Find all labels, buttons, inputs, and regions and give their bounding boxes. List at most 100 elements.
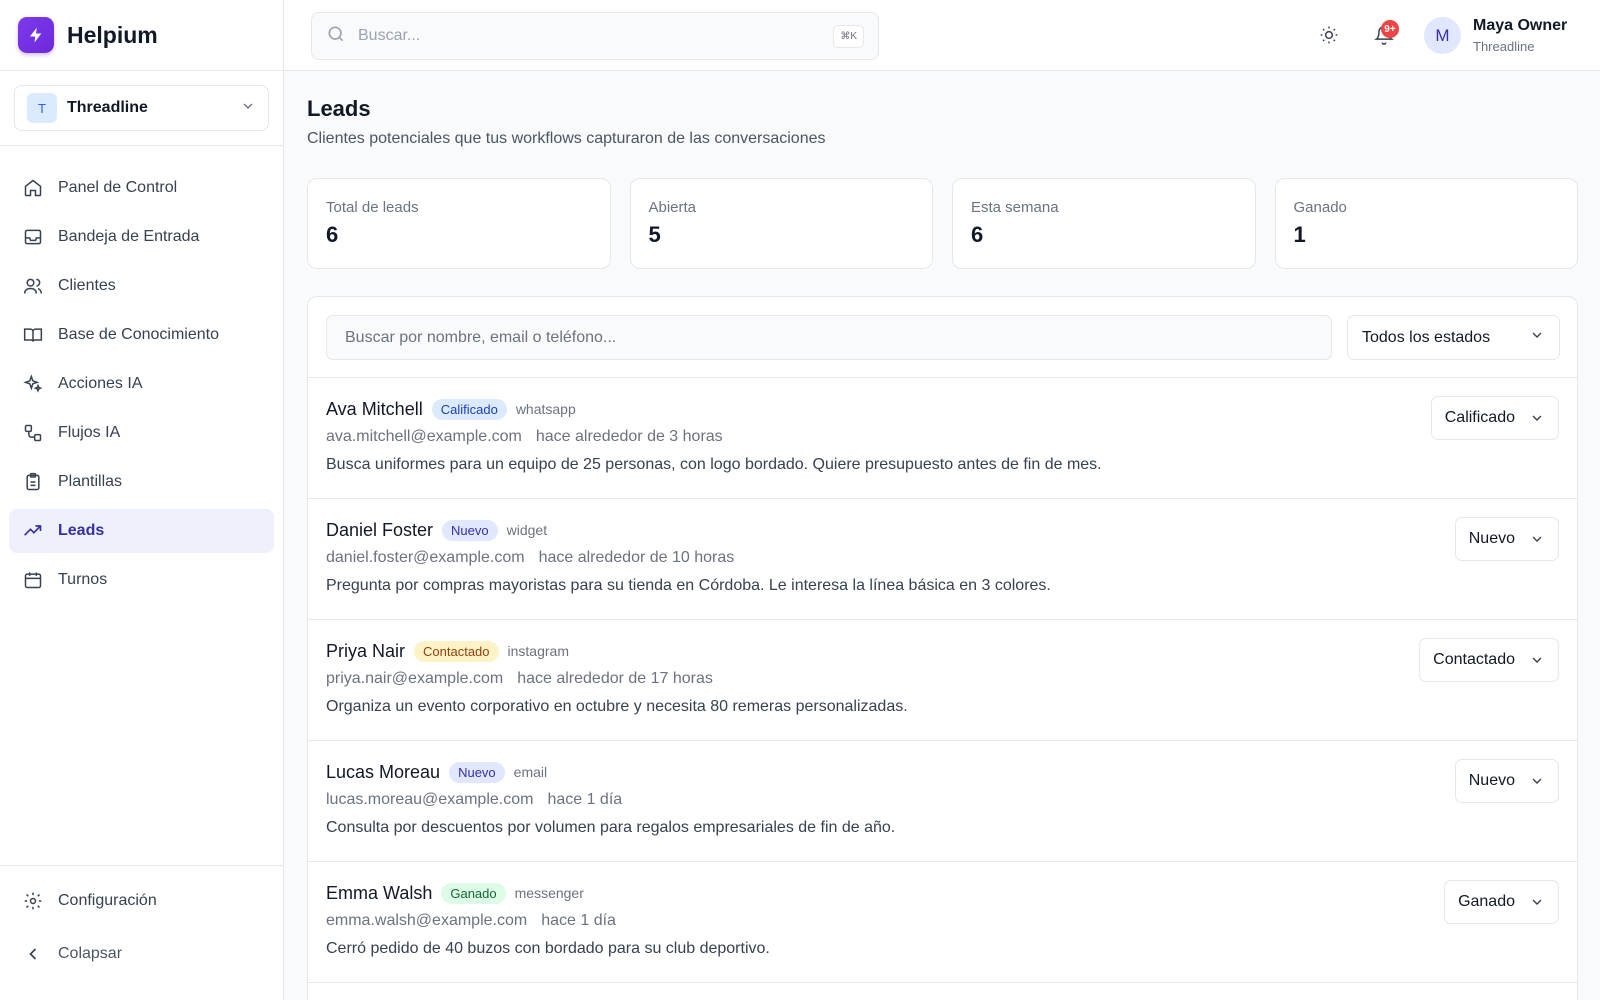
lead-status-select[interactable]: Ganado — [1444, 880, 1559, 924]
sidebar-item-leads[interactable]: Leads — [9, 509, 274, 553]
stat-label: Esta semana — [971, 199, 1059, 216]
page-subtitle: Clientes potenciales que tus workflows c… — [307, 130, 826, 147]
chevron-left-icon — [23, 944, 43, 964]
stat-card-open: Abierta 5 — [629, 178, 933, 269]
lead-row[interactable]: Ava Mitchell Calificado whatsapp ava.mit… — [308, 378, 1577, 499]
chevron-down-icon — [1529, 327, 1545, 348]
lead-channel: whatsapp — [515, 401, 576, 417]
sidebar-item-panel[interactable]: Panel de Control — [9, 166, 274, 210]
workspace-switcher[interactable]: T Threadline — [14, 85, 269, 131]
keyboard-shortcut: ⌘K — [833, 24, 864, 48]
chevron-down-icon — [1529, 773, 1545, 789]
lead-time: hace alrededor de 3 horas — [535, 428, 723, 445]
lead-status-select[interactable]: Contactado — [1419, 638, 1559, 682]
stats-row: Total de leads 6 Abierta 5 Esta semana 6… — [307, 178, 1578, 269]
page-title: Leads — [307, 96, 371, 121]
lead-status-value: Contactado — [1433, 651, 1515, 668]
top-header: Buscar... ⌘K 9+ M Maya Owner Threadline — [284, 0, 1600, 71]
status-badge: Calificado — [431, 398, 507, 420]
sidebar-item-label: Leads — [58, 522, 105, 539]
sidebar-item-settings[interactable]: Configuración — [9, 879, 274, 923]
chevron-down-icon — [1529, 652, 1545, 668]
sidebar-item-label: Base de Conocimiento — [58, 326, 219, 343]
stat-label: Ganado — [1293, 199, 1347, 216]
leads-search-input[interactable]: Buscar por nombre, email o teléfono... — [326, 315, 1332, 360]
sidebar-item-label: Turnos — [58, 571, 108, 588]
sun-icon[interactable] — [1318, 24, 1340, 46]
lead-name: Daniel Foster — [326, 519, 434, 540]
brand: Helpium — [0, 0, 283, 71]
sidebar-item-label: Flujos IA — [58, 424, 121, 441]
avatar[interactable]: M — [1424, 17, 1461, 54]
lightning-logo-icon[interactable] — [18, 17, 54, 53]
status-badge: Contactado — [414, 640, 499, 662]
lead-row[interactable]: Lucas Moreau Nuevo email lucas.moreau@ex… — [308, 741, 1577, 862]
clipboard-icon — [23, 472, 43, 492]
lead-name: Lucas Moreau — [326, 761, 441, 782]
sidebar-item-label: Plantillas — [58, 473, 123, 490]
stat-card-this-week: Esta semana 6 — [952, 178, 1256, 269]
sidebar-item-label: Clientes — [58, 277, 116, 294]
stat-card-total: Total de leads 6 — [307, 178, 611, 269]
status-badge: Nuevo — [449, 761, 505, 783]
workspace-avatar: T — [27, 93, 57, 123]
lead-status-value: Nuevo — [1468, 530, 1515, 547]
filter-bar: Buscar por nombre, email o teléfono... T… — [308, 297, 1577, 378]
lead-note: Pregunta por compras mayoristas para su … — [326, 577, 1051, 594]
lead-channel: instagram — [507, 643, 569, 659]
lead-email: lucas.moreau@example.com — [326, 791, 534, 808]
sidebar-item-inbox[interactable]: Bandeja de Entrada — [9, 215, 274, 259]
sidebar-item-label: Bandeja de Entrada — [58, 228, 200, 245]
home-icon — [23, 178, 43, 198]
calendar-icon — [23, 570, 43, 590]
lead-channel: email — [513, 764, 548, 780]
inbox-icon — [23, 227, 43, 247]
lead-row[interactable]: Emma Walsh Ganado messenger emma.walsh@e… — [308, 862, 1577, 983]
lead-status-select[interactable]: Nuevo — [1454, 759, 1559, 803]
lead-email: daniel.foster@example.com — [326, 549, 525, 566]
lead-status-select[interactable]: Calificado — [1430, 396, 1559, 440]
lead-status-value: Calificado — [1444, 409, 1515, 426]
chevron-down-icon — [1529, 531, 1545, 547]
lead-row[interactable]: Daniel Foster Nuevo widget daniel.foster… — [308, 499, 1577, 620]
lead-name: Ava Mitchell — [326, 398, 423, 419]
stat-label: Total de leads — [326, 199, 419, 216]
user-name[interactable]: Maya Owner — [1473, 17, 1567, 35]
sidebar-item-ai-actions[interactable]: Acciones IA — [9, 362, 274, 406]
sparkles-icon — [23, 374, 43, 394]
sidebar-item-clients[interactable]: Clientes — [9, 264, 274, 308]
lead-row[interactable]: Priya Nair Contactado instagram priya.na… — [308, 620, 1577, 741]
lead-time: hace 1 día — [547, 791, 623, 808]
lead-status-value: Ganado — [1458, 893, 1515, 910]
stat-label: Abierta — [648, 199, 697, 216]
lead-status-select[interactable]: Nuevo — [1454, 517, 1559, 561]
sidebar: Helpium T Threadline Panel de Control Ba… — [0, 0, 284, 1000]
search-placeholder: Buscar... — [358, 27, 421, 44]
lead-name: Emma Walsh — [326, 882, 433, 903]
sidebar-item-label: Configuración — [58, 892, 157, 909]
status-filter-select[interactable]: Todos los estados — [1347, 315, 1560, 360]
global-search-input[interactable]: Buscar... ⌘K — [311, 12, 879, 60]
sidebar-item-knowledge-base[interactable]: Base de Conocimiento — [9, 313, 274, 357]
sidebar-nav: Panel de Control Bandeja de Entrada Clie… — [0, 146, 283, 602]
brand-name: Helpium — [67, 21, 158, 48]
user-org: Threadline — [1473, 39, 1535, 54]
sidebar-item-label: Acciones IA — [58, 375, 143, 392]
lead-email: priya.nair@example.com — [326, 670, 504, 687]
status-badge: Nuevo — [442, 519, 498, 541]
lead-channel: widget — [506, 522, 548, 538]
sidebar-item-ai-flows[interactable]: Flujos IA — [9, 411, 274, 455]
notification-badge: 9+ — [1381, 20, 1399, 38]
collapse-sidebar-button[interactable]: Colapsar — [9, 932, 274, 976]
gear-icon — [23, 891, 43, 911]
sidebar-item-shifts[interactable]: Turnos — [9, 558, 274, 602]
lead-email: ava.mitchell@example.com — [326, 428, 522, 445]
lead-email: emma.walsh@example.com — [326, 912, 528, 929]
lead-status-value: Nuevo — [1468, 772, 1515, 789]
collapse-label: Colapsar — [58, 945, 123, 962]
sidebar-item-label: Panel de Control — [58, 179, 178, 196]
sidebar-item-templates[interactable]: Plantillas — [9, 460, 274, 504]
lead-note: Busca uniformes para un equipo de 25 per… — [326, 456, 1102, 473]
leads-list: Buscar por nombre, email o teléfono... T… — [307, 296, 1578, 1000]
lead-time: hace alrededor de 10 horas — [538, 549, 735, 566]
